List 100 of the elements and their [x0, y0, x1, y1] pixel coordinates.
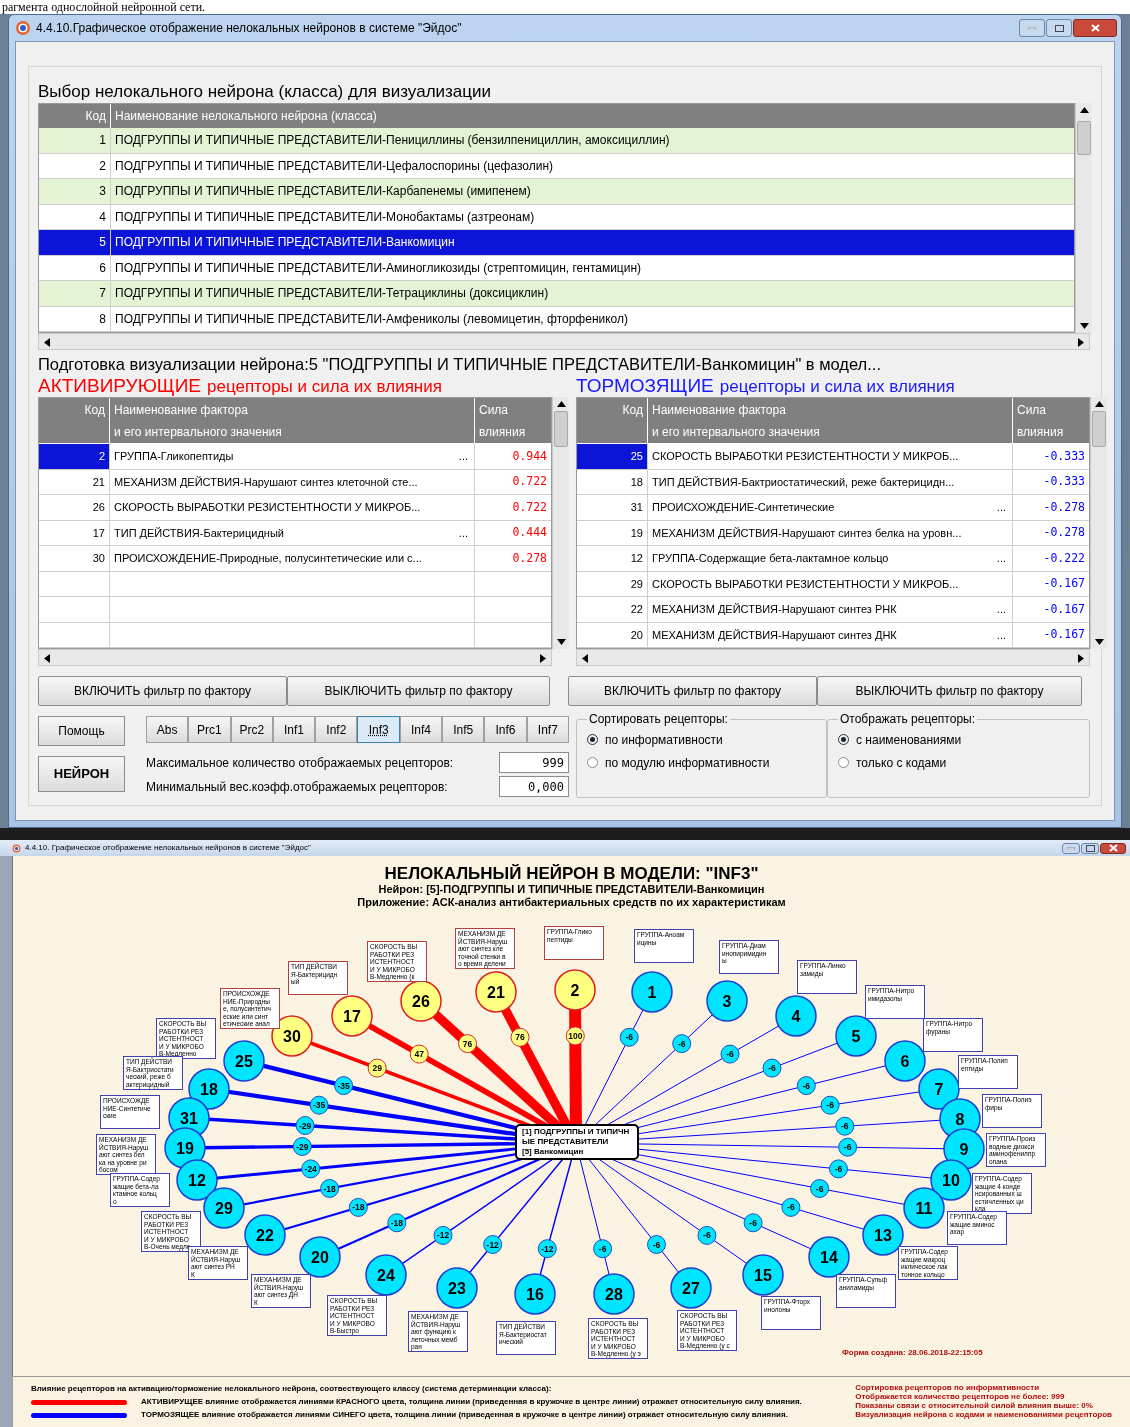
neuron-button[interactable]: НЕЙРОН	[38, 756, 125, 792]
close-button[interactable]	[1073, 19, 1117, 37]
table-cell[interactable]: 2	[39, 444, 110, 469]
table-row[interactable]: 3 ПОДГРУППЫ И ТИПИЧНЫЕ ПРЕДСТАВИТЕЛИ-Карбапенемы (имипенем)	[39, 179, 1075, 205]
down-arrow-icon[interactable]	[1080, 323, 1090, 329]
table-row[interactable]: 8 ПОДГРУППЫ И ТИПИЧНЫЕ ПРЕДСТАВИТЕЛИ-Амфениколы (левомицетин, фторфеникол)	[39, 306, 1075, 332]
neuron-node[interactable]: 25	[223, 1040, 265, 1082]
maximize-button[interactable]	[1081, 842, 1099, 854]
neuron-node[interactable]: 28	[593, 1273, 635, 1315]
table-cell[interactable]: 29	[577, 571, 648, 596]
neuron-node[interactable]: 1	[631, 971, 673, 1013]
table-cell[interactable]: 31	[577, 495, 648, 520]
horizontal-scrollbar[interactable]	[38, 333, 1090, 350]
filter-button[interactable]: ВЫКЛЮЧИТЬ фильтр по фактору	[287, 676, 550, 706]
close-button[interactable]	[1100, 842, 1126, 854]
neuron-node[interactable]: 17	[331, 995, 373, 1037]
neuron-node[interactable]: 10	[930, 1159, 972, 1201]
neuron-node[interactable]: 27	[670, 1267, 712, 1309]
neuron-node[interactable]: 11	[903, 1187, 945, 1229]
left-arrow-icon[interactable]	[44, 654, 50, 663]
right-arrow-icon[interactable]	[1078, 338, 1084, 347]
table-cell[interactable]: 21	[39, 469, 110, 494]
table-row[interactable]: 2 ПОДГРУППЫ И ТИПИЧНЫЕ ПРЕДСТАВИТЕЛИ-Цефалоспорины (цефазолин)	[39, 153, 1075, 179]
neuron-node[interactable]: 16	[514, 1273, 556, 1315]
left-arrow-icon[interactable]	[44, 338, 50, 347]
horizontal-scrollbar[interactable]	[576, 649, 1090, 666]
neuron-node[interactable]: 20	[299, 1236, 341, 1278]
table-row[interactable]: 5 ПОДГРУППЫ И ТИПИЧНЫЕ ПРЕДСТАВИТЕЛИ-Ванкомицин	[39, 230, 1075, 256]
model-button[interactable]: Inf4	[399, 716, 443, 743]
radio-button[interactable]	[838, 757, 849, 768]
radio-label[interactable]: по информативности	[605, 730, 723, 749]
neuron-node[interactable]: 21	[475, 971, 517, 1013]
neuron-node[interactable]: 6	[884, 1040, 926, 1082]
table-row[interactable]: 1 ПОДГРУППЫ И ТИПИЧНЫЕ ПРЕДСТАВИТЕЛИ-Пенициллины (бензилпенициллин, амоксициллин)	[39, 128, 1075, 154]
legend-text: ТОРМОЗЯЩЕЕ влияние отображается линиями СИНЕГО цвета, толщина линии (приведенная в кружочке в центре линии) отражает относительную силу влияния.	[141, 1409, 788, 1421]
neuron-node[interactable]: 12	[176, 1159, 218, 1201]
table-cell[interactable]: 17	[39, 520, 110, 545]
neuron-node[interactable]: 23	[436, 1267, 478, 1309]
radio-button[interactable]	[838, 734, 849, 745]
radio-label[interactable]: по модулю информативности	[605, 753, 770, 772]
right-arrow-icon[interactable]	[1078, 654, 1084, 663]
vertical-scrollbar[interactable]	[1075, 103, 1092, 333]
input-field[interactable]: 0,000	[499, 776, 569, 797]
neuron-node[interactable]: 14	[808, 1236, 850, 1278]
scrollbar-thumb[interactable]	[554, 411, 568, 447]
maximize-button[interactable]	[1046, 19, 1072, 37]
model-button[interactable]: Inf1	[272, 716, 316, 743]
table-row[interactable]: 4 ПОДГРУППЫ И ТИПИЧНЫЕ ПРЕДСТАВИТЕЛИ-Монобактамы (азтреонам)	[39, 204, 1075, 230]
down-arrow-icon[interactable]	[1095, 639, 1104, 645]
model-button[interactable]: Inf2	[315, 716, 358, 743]
up-arrow-icon[interactable]	[1095, 401, 1104, 407]
neuron-node[interactable]: 7	[918, 1068, 960, 1110]
left-arrow-icon[interactable]	[582, 654, 588, 663]
neuron-node[interactable]: 22	[244, 1214, 286, 1256]
neuron-box[interactable]: [1] ПОДГРУППЫ И ТИПИЧН ЫЕ ПРЕДСТАВИТЕЛИ [5] Ванкомицин	[515, 1124, 639, 1160]
neuron-node[interactable]: 24	[365, 1254, 407, 1296]
table-cell[interactable]: 22	[577, 597, 648, 622]
table-cell[interactable]: 20	[577, 622, 648, 647]
table-cell[interactable]: 25	[577, 444, 648, 469]
up-arrow-icon[interactable]	[557, 401, 566, 407]
table-cell[interactable]: 26	[39, 495, 110, 520]
right-arrow-icon[interactable]	[540, 654, 546, 663]
radio-label[interactable]: с наименованиями	[856, 730, 962, 749]
scrollbar-thumb[interactable]	[1077, 121, 1092, 155]
model-button[interactable]: Prc1	[188, 716, 231, 743]
table-row[interactable]: 6 ПОДГРУППЫ И ТИПИЧНЫЕ ПРЕДСТАВИТЕЛИ-Аминогликозиды (стрептомицин, гентамицин)	[39, 255, 1075, 281]
input-field[interactable]: 999	[499, 752, 569, 773]
neuron-node[interactable]: 5	[835, 1015, 877, 1057]
down-arrow-icon[interactable]	[557, 639, 566, 645]
neuron-node[interactable]: 29	[203, 1187, 245, 1229]
table-cell[interactable]: 19	[577, 520, 648, 545]
filter-button[interactable]: ВКЛЮЧИТЬ фильтр по фактору	[38, 676, 287, 706]
up-arrow-icon[interactable]	[1080, 107, 1090, 113]
radio-button[interactable]	[587, 734, 598, 745]
model-button[interactable]: Abs	[146, 716, 189, 743]
vertical-scrollbar[interactable]	[552, 397, 569, 649]
table-cell[interactable]: 30	[39, 546, 110, 571]
scrollbar-thumb[interactable]	[1092, 411, 1106, 447]
filter-button[interactable]: ВЫКЛЮЧИТЬ фильтр по фактору	[817, 676, 1082, 706]
table-cell[interactable]: 18	[577, 469, 648, 494]
radio-label[interactable]: только с кодами	[856, 753, 947, 772]
help-button[interactable]: Помощь	[38, 716, 125, 746]
radio-button[interactable]	[587, 757, 598, 768]
model-button[interactable]: Inf7	[526, 716, 569, 743]
neuron-node[interactable]: 15	[742, 1254, 784, 1296]
filter-button[interactable]: ВКЛЮЧИТЬ фильтр по фактору	[568, 676, 817, 706]
horizontal-scrollbar[interactable]	[38, 649, 552, 666]
table-cell[interactable]: 12	[577, 546, 648, 571]
model-button[interactable]: Inf3	[357, 716, 400, 743]
neuron-node[interactable]: 2	[554, 969, 596, 1011]
neuron-node[interactable]: 26	[400, 980, 442, 1022]
weight-badge: -6	[835, 1116, 855, 1136]
neuron-node[interactable]: 4	[775, 995, 817, 1037]
vertical-scrollbar[interactable]	[1090, 397, 1107, 649]
model-button[interactable]: Prc2	[230, 716, 273, 743]
model-button[interactable]: Inf5	[442, 716, 485, 743]
table-cell-text: МЕХАНИЗМ ДЕЙСТВИЯ-Нарушают синтез РНК	[652, 602, 897, 617]
table-row[interactable]: 7 ПОДГРУППЫ И ТИПИЧНЫЕ ПРЕДСТАВИТЕЛИ-Тетрациклины (доксициклин)	[39, 281, 1075, 307]
neuron-node[interactable]: 3	[706, 980, 748, 1022]
model-button[interactable]: Inf6	[484, 716, 527, 743]
